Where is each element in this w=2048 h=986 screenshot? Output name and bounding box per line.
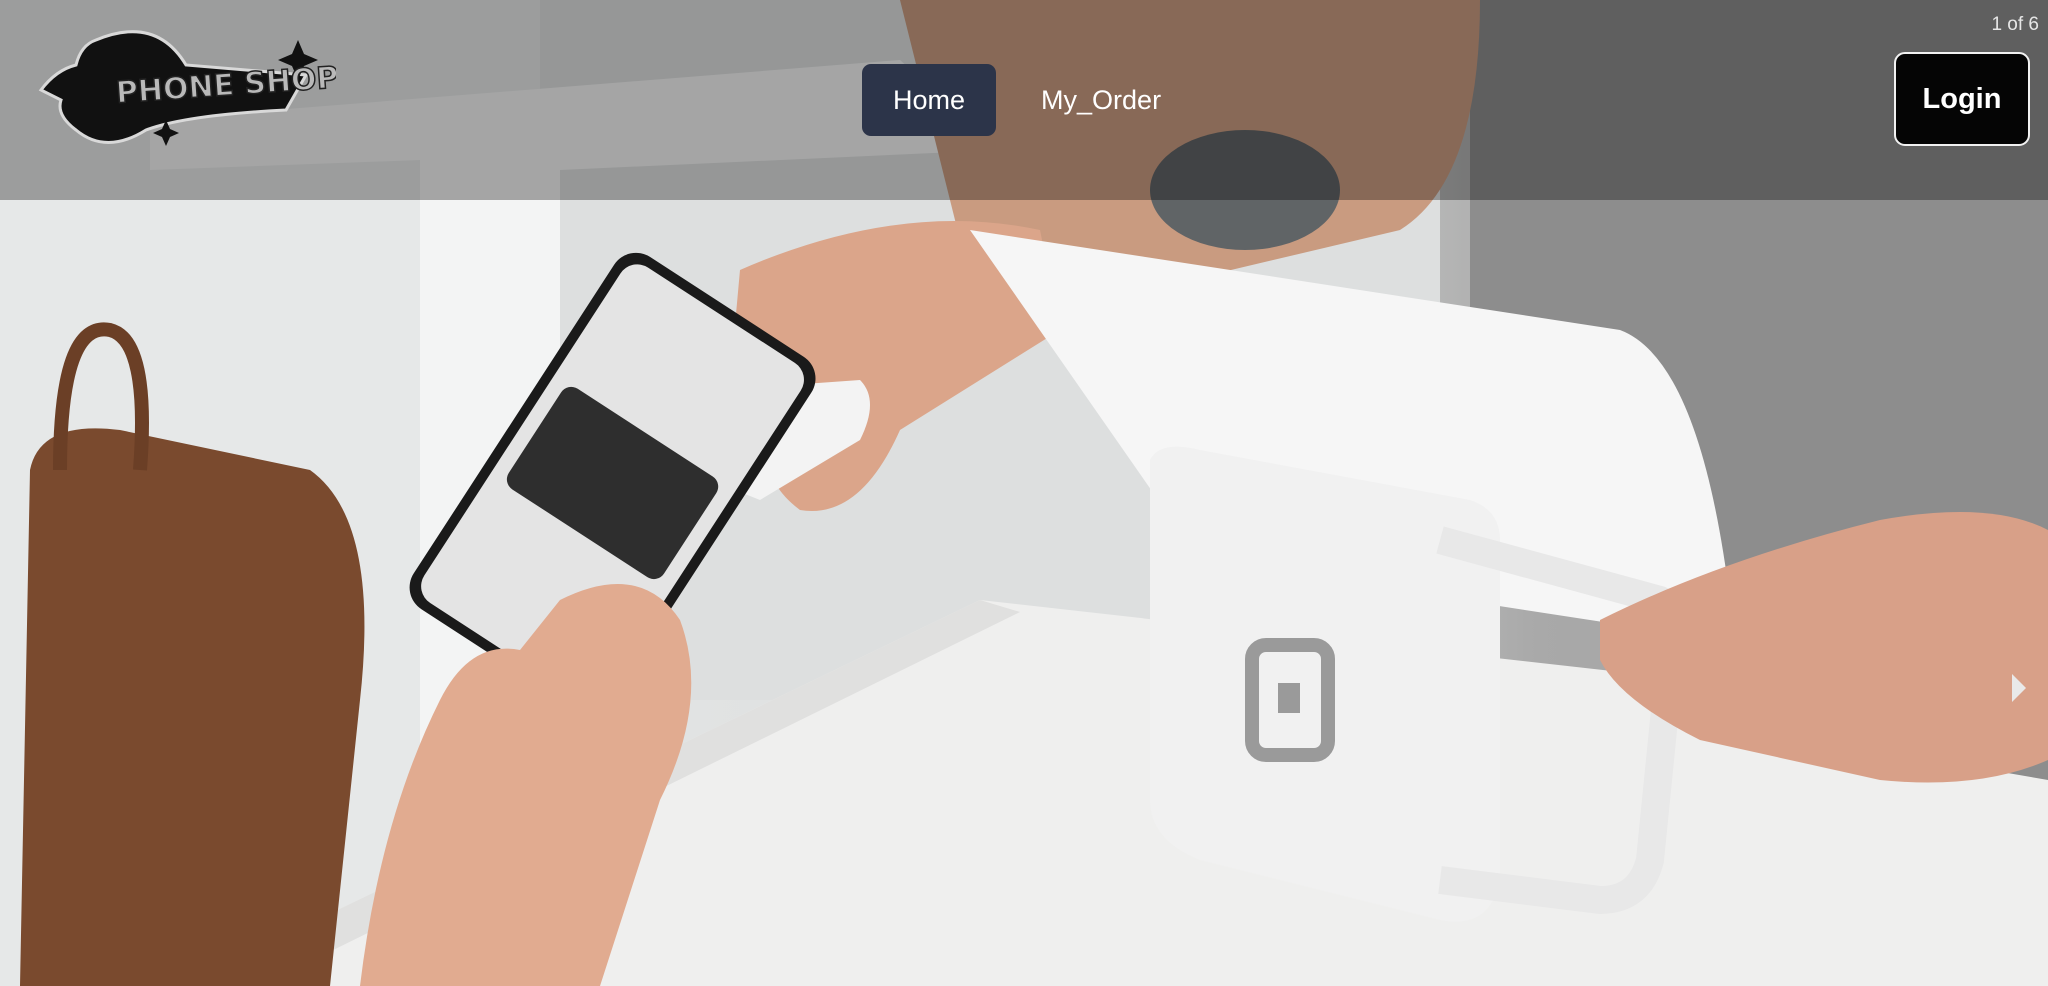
slide-counter: 1 of 6 <box>1991 14 2039 35</box>
hero-carousel: PHONE SHOP Home My_Order Login 1 of 6 <box>0 0 2048 986</box>
chevron-right-icon <box>2012 674 2026 702</box>
next-slide-button[interactable] <box>2008 668 2030 708</box>
phone-shop-logo[interactable]: PHONE SHOP <box>36 20 340 165</box>
logo-emblem-icon: PHONE SHOP <box>38 30 340 146</box>
nav-my-order[interactable]: My_Order <box>1010 64 1192 136</box>
login-button[interactable]: Login <box>1894 52 2030 146</box>
nav-home[interactable]: Home <box>862 64 997 136</box>
main-nav: Home My_Order <box>862 64 1192 136</box>
